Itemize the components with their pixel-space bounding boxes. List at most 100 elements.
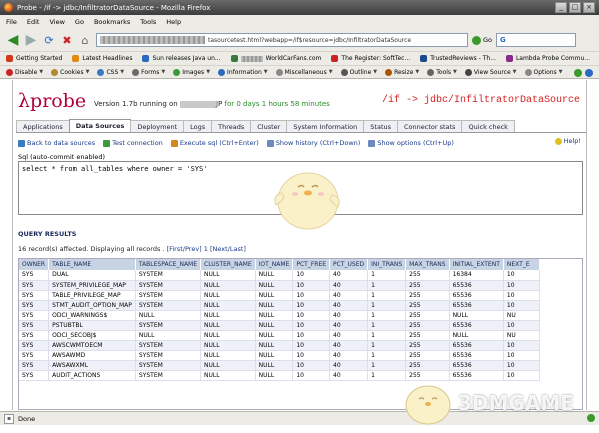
tab-applications[interactable]: Applications [16, 120, 70, 132]
table-row[interactable]: SYS PSTUBTBL SYSTEM NULL NULL 10 40 1 255 65536 10 [19, 320, 540, 331]
table-cell: 65536 [449, 320, 504, 331]
devbar-miscellaneous[interactable]: Miscellaneous ▼ [275, 68, 333, 76]
search-input[interactable]: G [496, 33, 577, 47]
go-button[interactable]: Go [472, 35, 492, 45]
devbar-disable[interactable]: Disable ▼ [6, 68, 43, 76]
table-cell: ODCI_WARNINGS$ [48, 310, 136, 321]
tab-status[interactable]: Status [363, 120, 398, 132]
history-icon [266, 139, 274, 147]
tab-system-information[interactable]: System Information [286, 120, 365, 132]
table-cell: 65536 [449, 350, 504, 361]
info-icon[interactable] [585, 69, 593, 77]
devbar-cookies[interactable]: Cookies ▼ [51, 68, 89, 76]
devbar-information[interactable]: Information ▼ [218, 68, 268, 76]
column-header[interactable]: TABLESPACE_NAME [135, 259, 202, 270]
menu-file[interactable]: File [6, 18, 17, 26]
back-to-datasources-link[interactable]: Back to data sources [18, 139, 95, 147]
query-results-heading: QUERY RESULTS [18, 230, 77, 238]
table-cell: 10 [292, 290, 331, 301]
tab-logs[interactable]: Logs [183, 120, 213, 132]
table-row[interactable]: SYS SYSTEM_PRIVILEGE_MAP SYSTEM NULL NULL 10 4… [19, 280, 540, 291]
minimize-button[interactable]: _ [555, 2, 567, 13]
column-header[interactable]: CLUSTER_NAME [200, 259, 256, 270]
test-connection-link[interactable]: Test connection [103, 139, 163, 147]
column-header[interactable]: PCT_FREE [292, 259, 331, 270]
menu-tools[interactable]: Tools [140, 18, 156, 26]
back-arrow-icon[interactable]: ◀ [6, 32, 20, 48]
devbar-view-source[interactable]: View Source ▼ [464, 68, 517, 76]
tab-connector-stats[interactable]: Connector stats [397, 120, 463, 132]
column-header[interactable]: OWNER [19, 259, 50, 270]
menu-help[interactable]: Help [166, 18, 181, 26]
table-row[interactable]: SYS STMT_AUDIT_OPTION_MAP SYSTEM NULL NULL 10… [19, 300, 540, 311]
column-header[interactable]: IOT_NAME [255, 259, 294, 270]
menu-go[interactable]: Go [75, 18, 84, 26]
devbar-images[interactable]: Images ▼ [173, 68, 210, 76]
probe-logo: λprobe [18, 90, 87, 112]
table-cell: 10 [503, 350, 540, 361]
home-icon[interactable]: ⌂ [78, 33, 92, 47]
bookmark-item[interactable]: The Register: SoftTec... [331, 55, 410, 62]
column-header[interactable]: PCT_USED [329, 259, 369, 270]
tab-data-sources[interactable]: Data Sources [68, 119, 132, 132]
help-link[interactable]: Help! [554, 137, 581, 145]
tab-quick-check[interactable]: Quick check [461, 120, 515, 132]
bookmark-item[interactable]: Lambda Probe Commu... [505, 55, 590, 62]
menu-edit[interactable]: Edit [27, 18, 40, 26]
table-cell: AWSAWMD [48, 350, 136, 361]
forward-arrow-icon[interactable]: ▶ [24, 32, 38, 48]
reload-icon[interactable]: ⟳ [42, 33, 56, 47]
table-cell: SYS [19, 360, 50, 371]
check-icon[interactable] [574, 69, 582, 77]
devbar-css[interactable]: CSS ▼ [97, 68, 124, 76]
tab-deployment[interactable]: Deployment [130, 120, 185, 132]
table-row[interactable]: SYS AWSAWXML SYSTEM NULL NULL 10 40 1 255 65536 10 [19, 360, 540, 371]
address-bar[interactable]: tasourcetest.html?webapp=/if$resource=jd… [96, 33, 468, 47]
bookmark-item[interactable]: Getting Started [6, 55, 62, 62]
menu-view[interactable]: View [49, 18, 64, 26]
devbar-options[interactable]: Options ▼ [524, 68, 563, 76]
column-header[interactable]: TABLE_NAME [48, 259, 136, 270]
table-cell: 255 [405, 280, 450, 291]
menu-bookmarks[interactable]: Bookmarks [94, 18, 130, 26]
tab-cluster[interactable]: Cluster [250, 120, 288, 132]
column-header[interactable]: INITIAL_EXTENT [449, 259, 504, 270]
pagination-links[interactable]: [First/Prev] 1 [Next/Last] [167, 245, 246, 253]
bookmark-item[interactable]: WorldCarFans.com [230, 55, 321, 62]
show-history-link[interactable]: Show history (Ctrl+Down) [266, 139, 360, 147]
table-cell: 10 [292, 270, 331, 281]
table-cell: SYS [19, 320, 50, 331]
column-header[interactable]: MAX_TRANS [405, 259, 450, 270]
table-cell: 40 [329, 280, 369, 291]
bookmark-item[interactable]: Latest Headlines [72, 55, 132, 62]
close-button[interactable]: × [583, 2, 595, 13]
cookie-icon [51, 68, 59, 76]
table-cell: 40 [329, 350, 369, 361]
tab-threads[interactable]: Threads [211, 120, 252, 132]
table-cell: 10 [292, 280, 331, 291]
uptime-text: for 0 days 1 hours 58 minutes [224, 100, 330, 108]
devbar-forms[interactable]: Forms ▼ [132, 68, 165, 76]
status-text: Done [18, 414, 36, 423]
table-row[interactable]: SYS ODCI_SECOBJ$ NULL NULL NULL 10 40 1 255 NULL N… [19, 330, 540, 341]
table-row[interactable]: SYS DUAL SYSTEM NULL NULL 10 40 1 255 16384 10 [19, 270, 540, 281]
table-row[interactable]: SYS TABLE_PRIVILEGE_MAP SYSTEM NULL NULL 10 40… [19, 290, 540, 301]
form-icon [132, 68, 140, 76]
stop-icon[interactable]: ✖ [60, 33, 74, 47]
table-cell: 40 [329, 310, 369, 321]
table-row[interactable]: SYS ODCI_WARNINGS$ NULL NULL NULL 10 40 1 255 NUL… [19, 310, 540, 321]
devbar-resize[interactable]: Resize ▼ [385, 68, 419, 76]
devbar-tools[interactable]: Tools ▼ [427, 68, 457, 76]
maximize-button[interactable]: □ [569, 2, 581, 13]
table-row[interactable]: SYS AWSCWMTOECM SYSTEM NULL NULL 10 40 1 255 6553… [19, 340, 540, 351]
bookmark-item[interactable]: TrustedReviews - Th... [420, 55, 496, 62]
redacted-bookmark [240, 55, 263, 62]
devbar-outline[interactable]: Outline ▼ [340, 68, 377, 76]
table-cell: 40 [329, 320, 369, 331]
show-options-link[interactable]: Show options (Ctrl+Up) [368, 139, 454, 147]
bookmark-item[interactable]: Sun releases Java un... [142, 55, 221, 62]
column-header[interactable]: NEXT_E [503, 259, 540, 270]
table-row[interactable]: SYS AWSAWMD SYSTEM NULL NULL 10 40 1 255 65536 10 [19, 350, 540, 361]
column-header[interactable]: INI_TRANS [367, 259, 407, 270]
execute-sql-link[interactable]: Execute sql (Ctrl+Enter) [170, 139, 259, 147]
